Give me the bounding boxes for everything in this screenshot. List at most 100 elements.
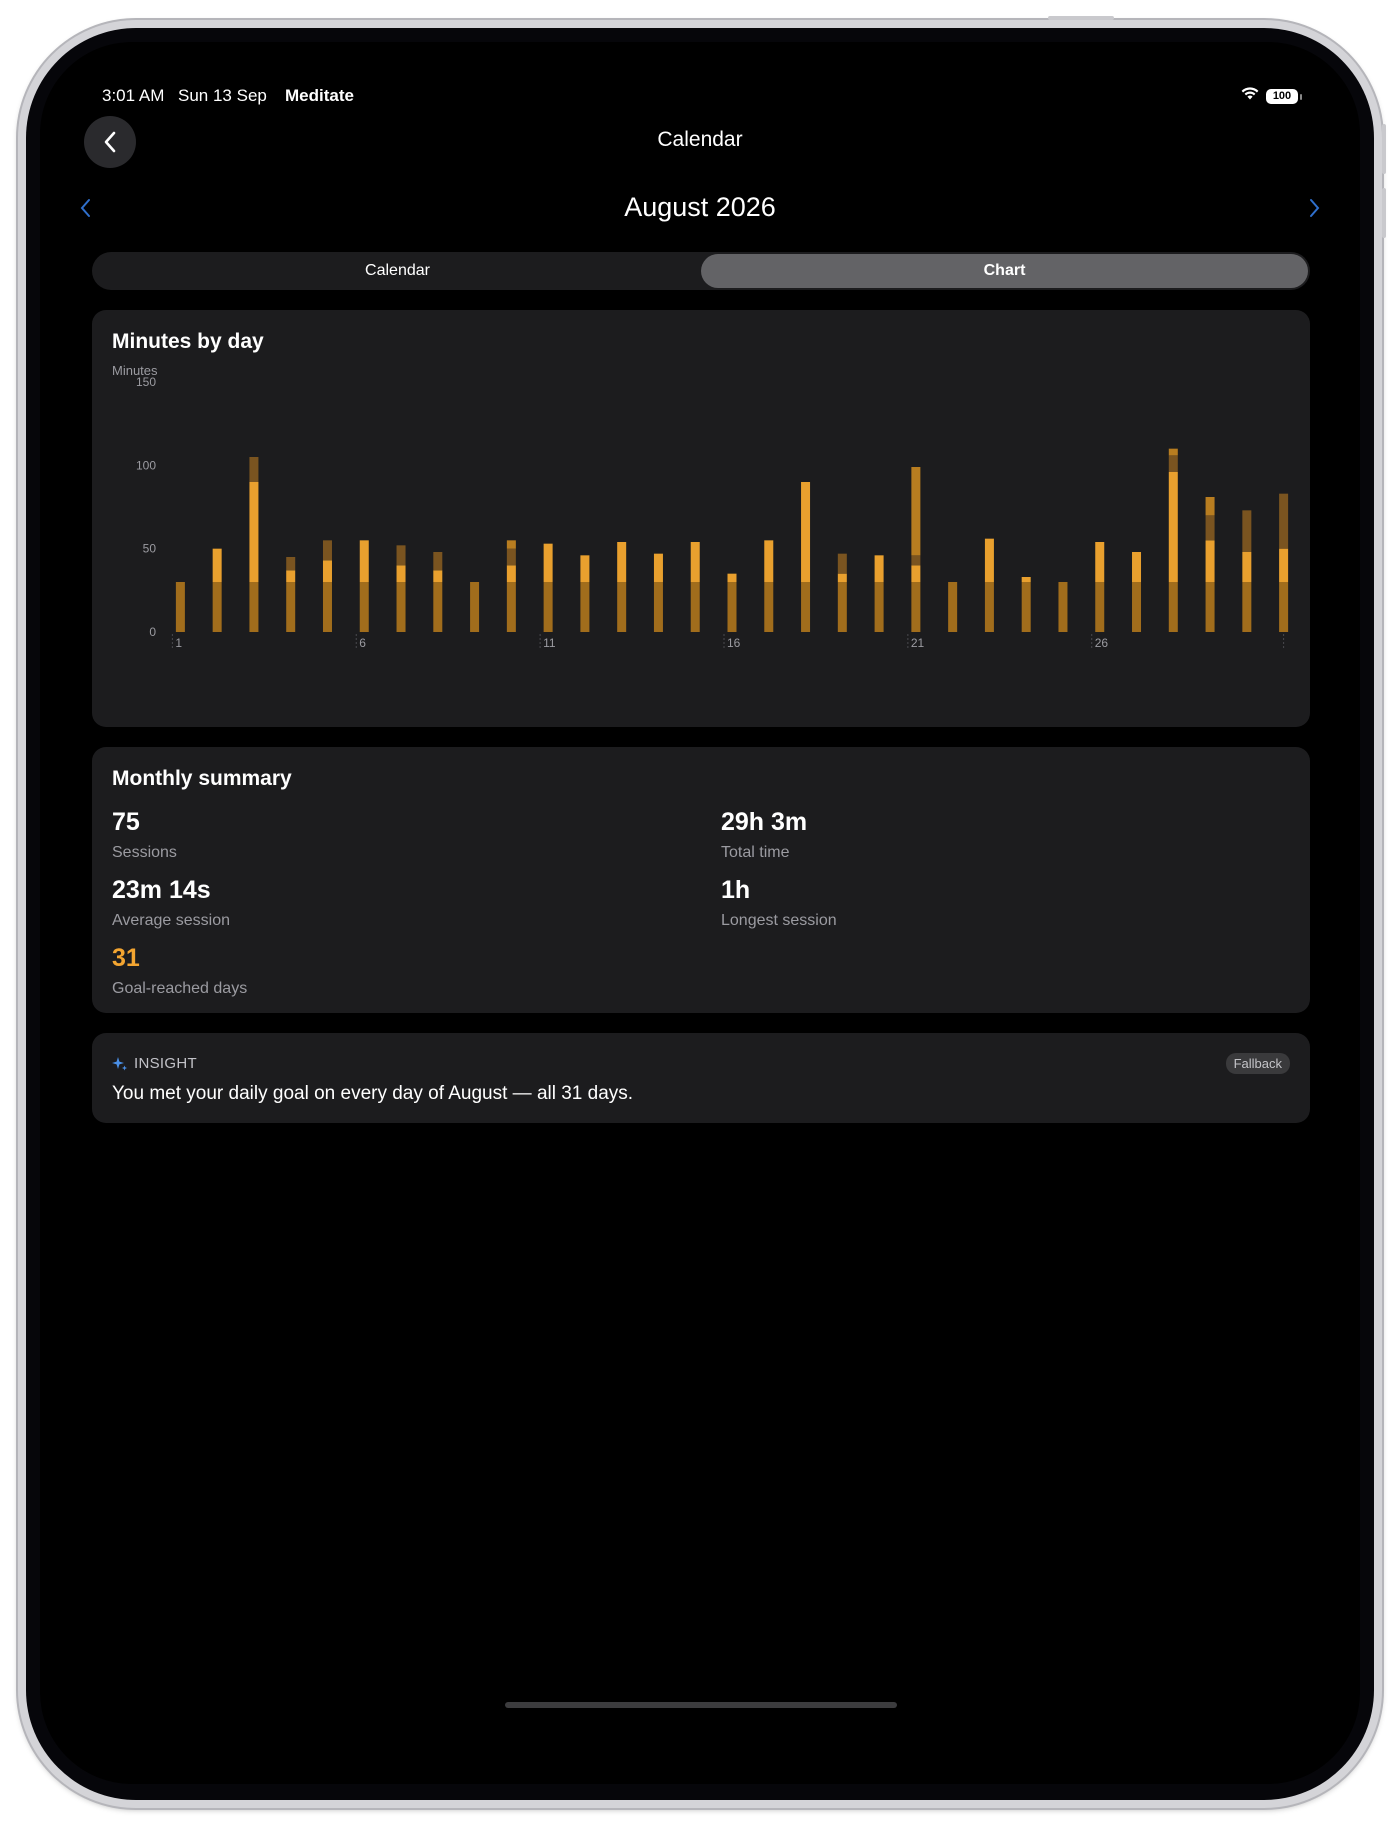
bar-segment bbox=[1021, 582, 1031, 632]
bar-segment bbox=[1242, 552, 1252, 582]
bar-segment bbox=[1279, 582, 1289, 632]
x-tick-label: 11 bbox=[543, 636, 556, 650]
bar-segment bbox=[1205, 540, 1215, 582]
bar-segment bbox=[286, 557, 296, 571]
home-indicator[interactable] bbox=[505, 1702, 897, 1708]
longest-session-value: 1h bbox=[721, 876, 751, 904]
bar-segment bbox=[764, 540, 774, 582]
bar-segment bbox=[506, 548, 516, 566]
volume-down-button bbox=[1382, 188, 1386, 238]
bar-segment bbox=[359, 582, 369, 632]
bar-segment bbox=[653, 553, 663, 582]
screen: 3:01 AM Sun 13 Sep Meditate 100 Calendar bbox=[40, 42, 1360, 1784]
total-time-value: 29h 3m bbox=[721, 808, 808, 836]
bar-segment bbox=[1168, 472, 1178, 582]
bar-segment bbox=[433, 552, 443, 571]
top-button bbox=[1048, 16, 1114, 20]
bar-segment bbox=[1205, 497, 1215, 516]
bar-segment bbox=[874, 555, 884, 582]
y-tick-label: 150 bbox=[136, 375, 156, 389]
total-time-label: Total time bbox=[721, 844, 790, 861]
x-tick-label: 21 bbox=[911, 636, 925, 650]
bar-segment bbox=[653, 582, 663, 632]
goal-days-value: 31 bbox=[112, 944, 140, 972]
bar-segment bbox=[617, 542, 627, 582]
bar-segment bbox=[322, 560, 332, 582]
bar-segment bbox=[727, 582, 737, 632]
bar-segment bbox=[911, 582, 921, 632]
bar-segment bbox=[1279, 493, 1289, 549]
status-indicators: 100 bbox=[1240, 86, 1302, 106]
longest-session-label: Longest session bbox=[721, 912, 837, 929]
volume-up-button bbox=[1382, 124, 1386, 174]
average-session-label: Average session bbox=[112, 912, 230, 929]
minutes-bar-chart: Minutes 050100150 1 6 11 16 21 26 bbox=[112, 363, 1289, 650]
bar-segment bbox=[1095, 542, 1105, 582]
tab-chart[interactable]: Chart bbox=[701, 254, 1308, 288]
bar-segment bbox=[1095, 582, 1105, 632]
battery-icon: 100 bbox=[1266, 88, 1302, 104]
bar-segment bbox=[580, 555, 590, 582]
bar-segment bbox=[1205, 515, 1215, 541]
insight-text: You met your daily goal on every day of … bbox=[112, 1083, 634, 1104]
bar-segment bbox=[286, 570, 296, 582]
bar-segment bbox=[984, 582, 994, 632]
bar-segment bbox=[359, 540, 369, 582]
tab-calendar[interactable]: Calendar bbox=[94, 254, 701, 288]
month-selector: August 2026 bbox=[80, 190, 1320, 230]
insight-header: INSIGHT bbox=[112, 1055, 197, 1072]
y-tick-label: 50 bbox=[143, 542, 157, 556]
wifi-icon bbox=[1240, 86, 1260, 106]
bar-segment bbox=[322, 582, 332, 632]
bar-segment bbox=[874, 582, 884, 632]
bar-segment bbox=[249, 582, 259, 632]
y-tick-label: 100 bbox=[136, 458, 156, 472]
bar-segment bbox=[1021, 577, 1031, 582]
bar-segment bbox=[212, 548, 222, 582]
fallback-badge: Fallback bbox=[1225, 1053, 1290, 1074]
bar-segment bbox=[764, 582, 774, 632]
x-tick-label: 1 bbox=[175, 636, 182, 650]
bar-segment bbox=[1132, 552, 1142, 582]
sessions-label: Sessions bbox=[112, 844, 177, 861]
insight-card: INSIGHT Fallback You met your daily goal… bbox=[92, 1033, 1310, 1123]
bar-segment bbox=[801, 582, 811, 632]
status-date: Sun 13 Sep bbox=[178, 86, 267, 105]
month-title: August 2026 bbox=[624, 192, 776, 222]
bar-segment bbox=[837, 573, 847, 582]
sessions-value: 75 bbox=[112, 808, 140, 836]
average-session-value: 23m 14s bbox=[112, 876, 211, 904]
bar-segment bbox=[801, 482, 811, 582]
bar-segment bbox=[396, 582, 406, 632]
chevron-right-icon bbox=[1310, 199, 1320, 217]
bar-segment bbox=[617, 582, 627, 632]
x-tick-label: 6 bbox=[359, 636, 366, 650]
bar-segment bbox=[948, 582, 958, 632]
bar-segment bbox=[1279, 548, 1289, 582]
sparkles-icon bbox=[112, 1056, 127, 1070]
bar-segment bbox=[984, 538, 994, 582]
y-tick-label: 0 bbox=[149, 625, 156, 639]
bar-segment bbox=[286, 582, 296, 632]
next-month-button[interactable] bbox=[1308, 198, 1320, 223]
bar-segment bbox=[837, 582, 847, 632]
bar-segment bbox=[1132, 582, 1142, 632]
bar-segment bbox=[911, 467, 921, 556]
bar-segment bbox=[1242, 510, 1252, 552]
bar-segment bbox=[911, 565, 921, 582]
bar-segment bbox=[396, 545, 406, 566]
status-app-name: Meditate bbox=[285, 86, 354, 105]
bar-segment bbox=[506, 582, 516, 632]
bar-segment bbox=[1205, 582, 1215, 632]
goal-days-label: Goal-reached days bbox=[112, 980, 248, 997]
bar-segment bbox=[506, 565, 516, 582]
bar-segment bbox=[690, 542, 700, 582]
bar-segment bbox=[1058, 582, 1068, 632]
bar-segment bbox=[1168, 455, 1178, 472]
bar-segment bbox=[1168, 582, 1178, 632]
bar-segment bbox=[1242, 582, 1252, 632]
bar-segment bbox=[175, 582, 185, 632]
bar-segment bbox=[1168, 448, 1178, 456]
x-tick-label: 26 bbox=[1095, 636, 1109, 650]
bar-segment bbox=[212, 582, 222, 632]
